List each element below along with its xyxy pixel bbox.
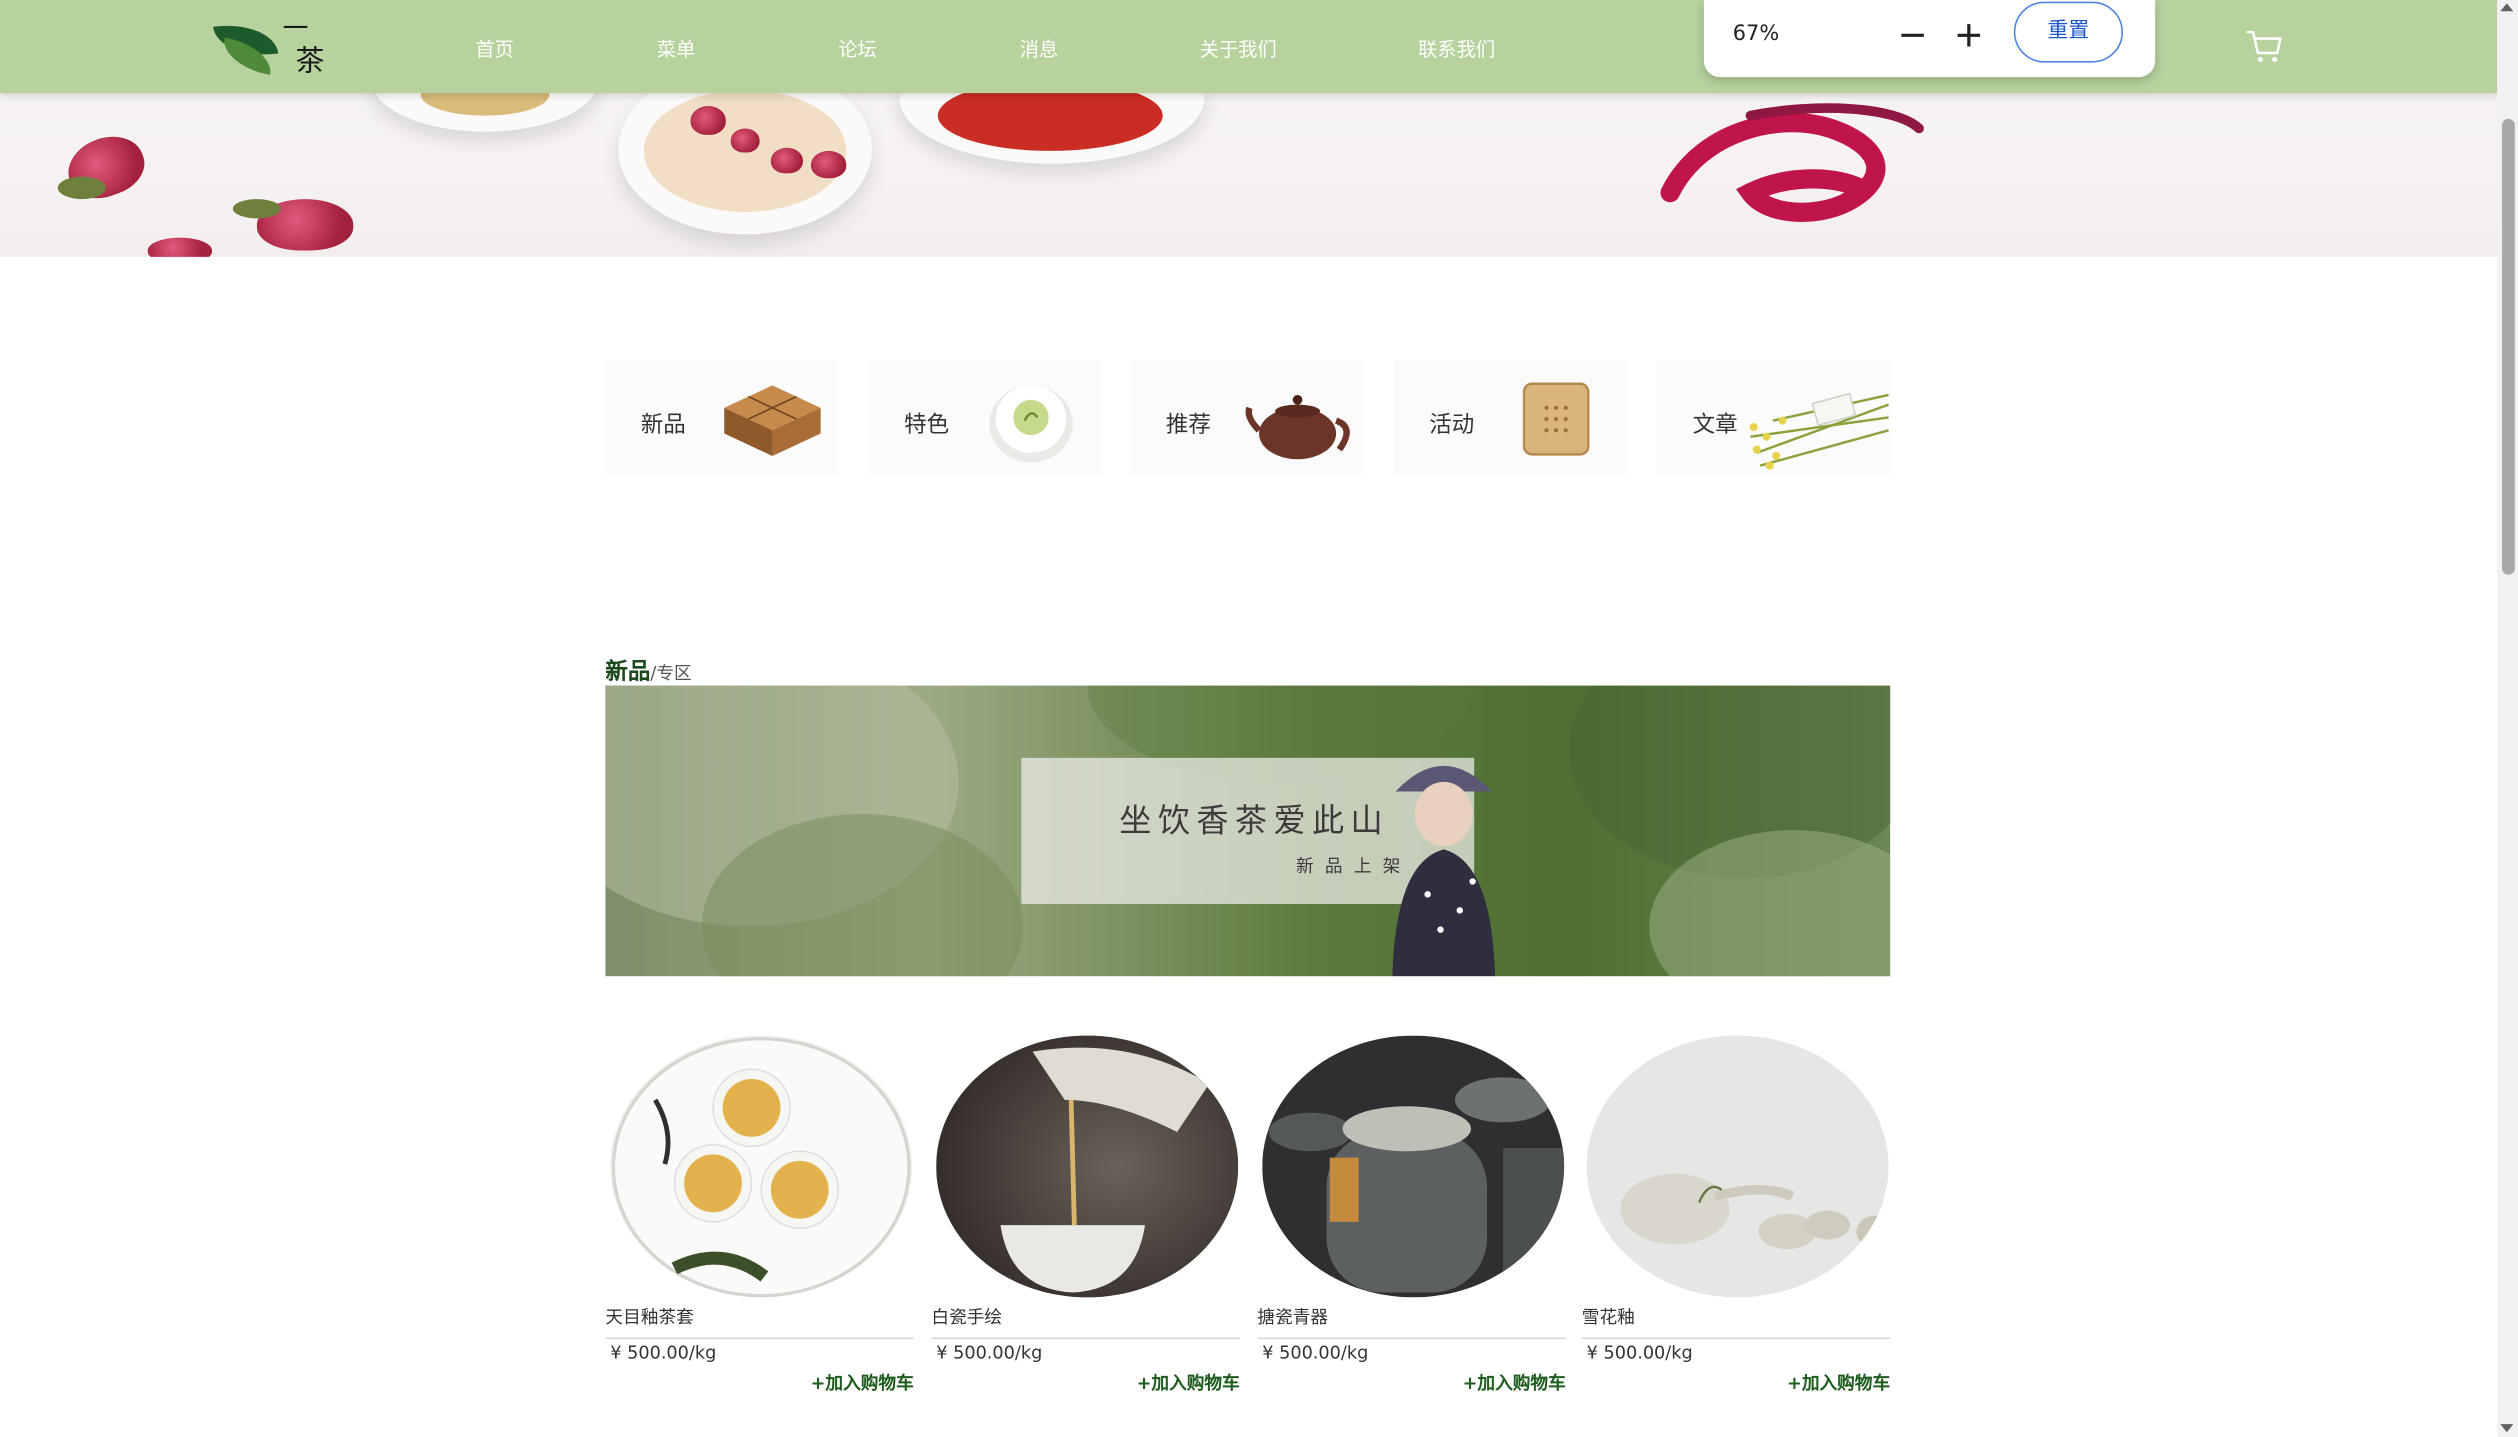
- zoom-popup: 67% 重置: [1703, 0, 2156, 78]
- nav-item-contact[interactable]: 联系我们: [1418, 35, 1495, 62]
- product-price: ¥ 500.00/kg: [936, 1342, 1043, 1364]
- category-label: 推荐: [1165, 412, 1211, 439]
- divider: [1581, 1337, 1891, 1340]
- category-articles[interactable]: 文章: [1657, 359, 1891, 476]
- product-name: 天目釉茶套: [605, 1306, 694, 1328]
- nav-item-forum[interactable]: 论坛: [838, 35, 877, 62]
- new-arrivals-banner[interactable]: 坐饮香茶爱此山 新品上架: [605, 685, 1891, 977]
- zoom-out-button[interactable]: [1893, 16, 1932, 55]
- add-to-cart-button[interactable]: +加入购物车: [1787, 1370, 1890, 1396]
- tea-set-image: [610, 1035, 913, 1298]
- tea-brick-icon: [724, 385, 821, 456]
- product-card[interactable]: 搪瓷青器 ¥ 500.00/kg +加入购物车: [1257, 1035, 1566, 1405]
- category-new[interactable]: 新品: [605, 359, 839, 476]
- product-name: 搪瓷青器: [1257, 1306, 1329, 1328]
- product-price: ¥ 500.00/kg: [1262, 1342, 1369, 1364]
- cart-icon[interactable]: [2245, 29, 2284, 64]
- nav-item-home[interactable]: 首页: [475, 35, 514, 62]
- snowflake-glaze-image: [1586, 1035, 1889, 1298]
- category-featured[interactable]: 特色: [868, 359, 1102, 476]
- enamel-jar-image: [1262, 1035, 1565, 1298]
- product-price: ¥ 500.00/kg: [1586, 1342, 1693, 1364]
- zoom-in-button[interactable]: [1950, 16, 1989, 55]
- section-title-sub: /专区: [650, 663, 692, 684]
- add-to-cart-button[interactable]: +加入购物车: [811, 1370, 914, 1396]
- herb-bundle-icon: [1749, 392, 1889, 470]
- product-card[interactable]: 天目釉茶套 ¥ 500.00/kg +加入购物车: [605, 1035, 914, 1405]
- product-name: 白瓷手绘: [931, 1306, 1003, 1328]
- scroll-down-icon[interactable]: [2500, 1424, 2514, 1433]
- zoom-reset-button[interactable]: 重置: [2013, 1, 2123, 63]
- category-label: 新品: [640, 412, 686, 439]
- banner-tag: 新品上架: [1295, 855, 1412, 877]
- add-to-cart-button[interactable]: +加入购物车: [1137, 1370, 1240, 1396]
- nav-item-menu[interactable]: 菜单: [657, 35, 696, 62]
- page: 一 茶 首页 菜单 论坛 消息 关于我们 联系我们 67% 重置 新品 特色 推…: [0, 0, 2518, 1437]
- product-card[interactable]: 白瓷手绘 ¥ 500.00/kg +加入购物车: [931, 1035, 1240, 1405]
- tea-calligraphy-icon: [1660, 103, 1924, 222]
- wooden-box-icon: [1522, 382, 1590, 456]
- teapot-icon: [1245, 394, 1350, 460]
- divider: [1257, 1337, 1566, 1340]
- scroll-up-icon[interactable]: [2500, 3, 2514, 12]
- logo-text: 茶: [295, 44, 325, 79]
- category-label: 特色: [904, 412, 950, 439]
- product-price: ¥ 500.00/kg: [610, 1342, 717, 1364]
- zoom-level: 67%: [1732, 22, 1780, 47]
- section-title: 新品/专区: [605, 655, 691, 687]
- scroll-thumb[interactable]: [2501, 118, 2515, 575]
- category-recommend[interactable]: 推荐: [1130, 359, 1364, 476]
- divider: [931, 1337, 1240, 1340]
- product-name: 雪花釉: [1581, 1306, 1635, 1328]
- category-label: 文章: [1692, 412, 1738, 439]
- porcelain-pour-image: [936, 1035, 1239, 1298]
- add-to-cart-button[interactable]: +加入购物车: [1463, 1370, 1566, 1396]
- brand-logo[interactable]: 一 茶: [212, 13, 328, 80]
- tea-cup-icon: [989, 385, 1073, 463]
- product-card[interactable]: 雪花釉 ¥ 500.00/kg +加入购物车: [1581, 1035, 1891, 1405]
- nav-item-about[interactable]: 关于我们: [1200, 35, 1277, 62]
- vertical-scrollbar[interactable]: [2497, 0, 2518, 1437]
- section-title-main: 新品: [605, 659, 651, 686]
- category-label: 活动: [1429, 412, 1475, 439]
- divider: [605, 1337, 914, 1340]
- banner-slogan: 坐饮香茶爱此山: [1119, 801, 1390, 840]
- category-events[interactable]: 活动: [1393, 359, 1627, 476]
- nav-item-messages[interactable]: 消息: [1020, 35, 1059, 62]
